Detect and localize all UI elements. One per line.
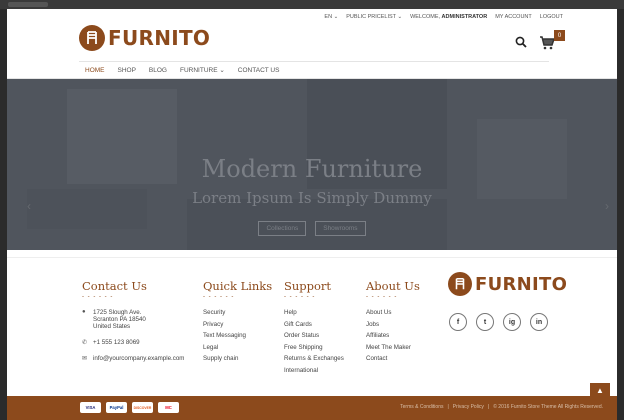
footer-link[interactable]: Legal — [203, 344, 272, 356]
map-marker-icon: ● — [82, 309, 86, 315]
instagram-icon[interactable]: ig — [503, 313, 521, 331]
about-heading: About Us — [366, 279, 420, 293]
privacy-link[interactable]: Privacy Policy — [453, 404, 484, 410]
chair-icon — [79, 25, 105, 51]
page: EN ⌄ PUBLIC PRICELIST ⌄ WELCOME, ADMINIS… — [7, 9, 617, 420]
about-column: About Us - - - - - - About Us Jobs Affil… — [366, 279, 420, 367]
paypal-icon: PayPal — [106, 402, 127, 413]
language-select[interactable]: EN ⌄ — [324, 14, 338, 20]
footer-logo[interactable]: FURNITO — [448, 272, 567, 296]
address: ● 1725 Slough Ave. Scranton PA 18540 Uni… — [82, 309, 184, 330]
cart-icon[interactable]: 0 — [539, 30, 565, 52]
terms-link[interactable]: Terms & Conditions — [400, 404, 443, 410]
contact-heading: Contact Us — [82, 279, 147, 293]
linkedin-icon[interactable]: in — [530, 313, 548, 331]
chevron-up-icon: ▲ — [596, 385, 604, 395]
pricelist-select[interactable]: PUBLIC PRICELIST ⌄ — [346, 14, 402, 20]
main-nav: HOME SHOP BLOG FURNITURE ⌄ CONTACT US — [79, 61, 549, 78]
footer-link[interactable]: Security — [203, 309, 272, 321]
social-links: f t ig in — [449, 313, 548, 331]
cart-count-badge: 0 — [554, 30, 565, 41]
footer-link[interactable]: Text Messaging — [203, 332, 272, 344]
footer-link[interactable]: Contact — [366, 355, 420, 367]
heading-underline: - - - - - - — [203, 294, 235, 300]
collections-button[interactable]: Collections — [258, 221, 307, 236]
nav-furniture[interactable]: FURNITURE ⌄ — [180, 66, 225, 74]
email: ✉ info@yourcompany.example.com — [82, 355, 184, 362]
hero-buttons: Collections Showrooms — [7, 221, 617, 236]
site-logo[interactable]: FURNITO — [79, 25, 210, 51]
slider-next-icon[interactable]: › — [605, 199, 609, 213]
user-name: ADMINISTRATOR — [441, 14, 488, 20]
footer-link[interactable]: Order Status — [284, 332, 344, 344]
address-line: Scranton PA 18540 — [93, 316, 146, 323]
nav-blog[interactable]: BLOG — [149, 67, 167, 74]
footer-link[interactable]: Gift Cards — [284, 321, 344, 333]
payment-methods: VISA PayPal DISCOVER MC — [80, 402, 179, 413]
facebook-icon[interactable]: f — [449, 313, 467, 331]
separator: | — [487, 404, 490, 410]
mastercard-icon: MC — [158, 402, 179, 413]
chair-icon — [448, 272, 472, 296]
support-column: Support - - - - - - Help Gift Cards Orde… — [284, 279, 344, 379]
footer-link[interactable]: Meet The Maker — [366, 344, 420, 356]
bottom-bar: VISA PayPal DISCOVER MC Terms & Conditio… — [7, 396, 617, 420]
quick-links-heading: Quick Links — [203, 279, 273, 293]
footer-link[interactable]: Free Shipping — [284, 344, 344, 356]
address-line: United States — [93, 323, 131, 330]
footer-link[interactable]: Affiliates — [366, 332, 420, 344]
hero-title: Modern Furniture — [201, 155, 423, 183]
welcome-text: WELCOME, ADMINISTRATOR — [410, 14, 488, 20]
browser-chrome — [0, 0, 624, 9]
support-heading: Support — [284, 279, 332, 293]
heading-underline: - - - - - - — [82, 294, 114, 300]
footer-link[interactable]: Privacy — [203, 321, 272, 333]
copyright-text: © 2016 Furnito Store Theme All Rights Re… — [493, 404, 603, 410]
phone: ✆ +1 555 123 8069 — [82, 339, 184, 346]
nav-shop[interactable]: SHOP — [118, 67, 136, 74]
heading-underline: - - - - - - — [366, 294, 398, 300]
top-links: EN ⌄ PUBLIC PRICELIST ⌄ WELCOME, ADMINIS… — [324, 14, 563, 20]
contact-column: Contact Us - - - - - - ● 1725 Slough Ave… — [82, 279, 184, 371]
hero-slider: Modern Furniture Lorem Ipsum Is Simply D… — [7, 79, 617, 250]
quick-links-column: Quick Links - - - - - - Security Privacy… — [203, 279, 272, 367]
twitter-icon[interactable]: t — [476, 313, 494, 331]
header-icons: 0 — [515, 30, 565, 53]
footer-link[interactable]: Returns & Exchanges — [284, 355, 344, 367]
phone-number[interactable]: +1 555 123 8069 — [93, 339, 140, 346]
hero-subtitle: Lorem Ipsum Is Simply Dummy — [192, 189, 432, 207]
brand-name: FURNITO — [475, 273, 568, 295]
browser-tab[interactable] — [8, 2, 48, 7]
footer-link[interactable]: About Us — [366, 309, 420, 321]
nav-contact-us[interactable]: CONTACT US — [238, 67, 280, 74]
visa-icon: VISA — [80, 402, 101, 413]
phone-icon: ✆ — [82, 340, 88, 346]
nav-home[interactable]: HOME — [85, 67, 105, 74]
footer-link[interactable]: Help — [284, 309, 344, 321]
search-icon[interactable] — [515, 35, 527, 53]
address-line: 1725 Slough Ave. — [93, 309, 142, 316]
email-link[interactable]: info@yourcompany.example.com — [93, 355, 184, 362]
footer: Contact Us - - - - - - ● 1725 Slough Ave… — [7, 257, 617, 397]
separator: | — [447, 404, 449, 410]
brand-name: FURNITO — [108, 26, 211, 50]
copyright-area: Terms & Conditions | Privacy Policy | © … — [400, 404, 603, 410]
heading-underline: - - - - - - — [284, 294, 316, 300]
discover-icon: DISCOVER — [132, 402, 153, 413]
envelope-icon: ✉ — [82, 356, 88, 362]
footer-link[interactable]: Jobs — [366, 321, 420, 333]
slider-prev-icon[interactable]: ‹ — [27, 199, 31, 213]
scroll-to-top-button[interactable]: ▲ — [590, 383, 610, 397]
footer-link[interactable]: Supply chain — [203, 355, 272, 367]
logout-link[interactable]: LOGOUT — [540, 14, 563, 20]
showrooms-button[interactable]: Showrooms — [315, 221, 366, 236]
my-account-link[interactable]: MY ACCOUNT — [495, 14, 532, 20]
footer-link[interactable]: International — [284, 367, 344, 379]
